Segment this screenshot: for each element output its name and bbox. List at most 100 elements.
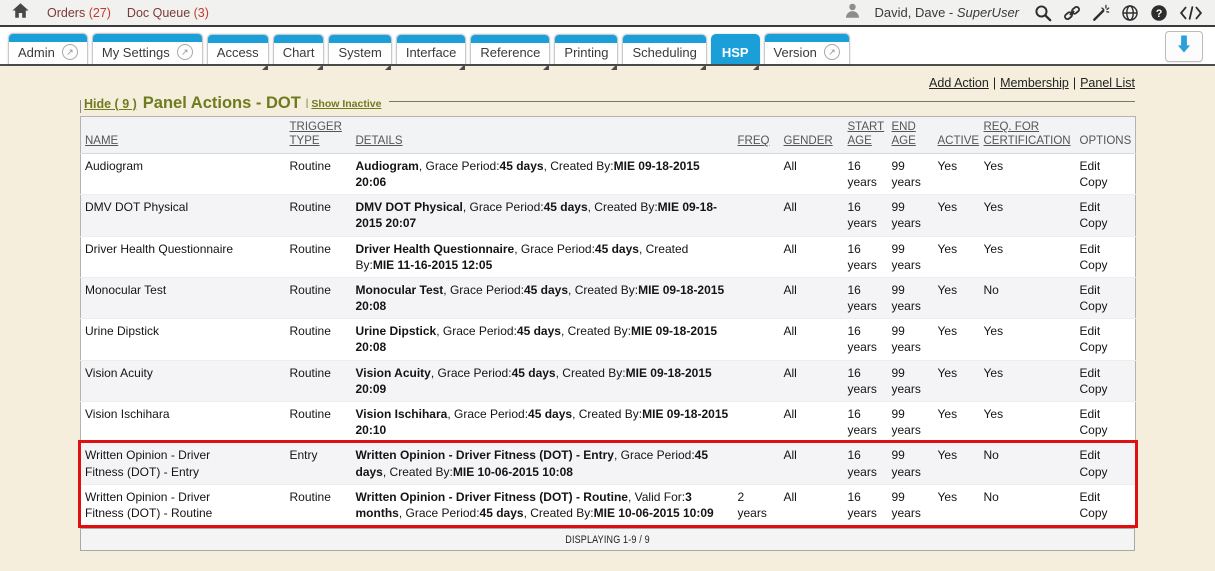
down-arrow-icon: [1175, 34, 1193, 59]
cell-options: EditCopy: [1076, 319, 1136, 360]
nav-orders[interactable]: Orders (27): [47, 6, 111, 20]
cell-end-age: 99 years: [888, 484, 934, 525]
copy-link[interactable]: Copy: [1080, 174, 1132, 190]
cell-gender: All: [780, 195, 844, 236]
column-header-label: DETAILS: [356, 135, 403, 147]
column-header-label: TRIGGER TYPE: [290, 121, 342, 147]
panel-list-link[interactable]: Panel List: [1080, 76, 1135, 90]
copy-link[interactable]: Copy: [1080, 215, 1132, 231]
column-header-req-for-certification[interactable]: REQ. FOR CERTIFICATION: [980, 117, 1076, 154]
copy-link[interactable]: Copy: [1080, 381, 1132, 397]
edit-link[interactable]: Edit: [1080, 406, 1132, 422]
tab-version[interactable]: Version↗: [764, 33, 850, 64]
home-icon: [12, 2, 29, 24]
add-action-link[interactable]: Add Action: [929, 76, 989, 90]
edit-link[interactable]: Edit: [1080, 365, 1132, 381]
column-header-name[interactable]: NAME: [81, 117, 286, 154]
show-inactive-link[interactable]: Show Inactive: [311, 98, 381, 110]
tab-accent-strip: [623, 35, 705, 43]
column-header-start-age[interactable]: START AGE: [844, 117, 888, 154]
column-header-details[interactable]: DETAILS: [352, 117, 734, 154]
copy-link[interactable]: Copy: [1080, 339, 1132, 355]
tab-body: Version↗: [765, 42, 849, 64]
cell-end-age: 99 years: [888, 277, 934, 318]
link-icon[interactable]: [1063, 4, 1081, 22]
copy-link[interactable]: Copy: [1080, 257, 1132, 273]
cell-name: Driver Health Questionnaire: [81, 236, 286, 277]
column-header-active[interactable]: ACTIVE: [934, 117, 980, 154]
tab-printing[interactable]: Printing: [554, 34, 618, 64]
column-header-label: START AGE: [848, 121, 885, 147]
table-row-driver-health-questionnaire: Driver Health QuestionnaireRoutineDriver…: [81, 236, 1136, 277]
fieldset-rule: [389, 101, 1135, 102]
cell-details: Urine Dipstick, Grace Period:45 days, Cr…: [352, 319, 734, 360]
tab-my-settings[interactable]: My Settings↗: [92, 33, 203, 64]
cell-freq: [734, 236, 780, 277]
tab-scroll-down-button[interactable]: [1165, 31, 1203, 62]
tab-scheduling[interactable]: Scheduling: [622, 34, 706, 64]
cell-active: Yes: [934, 484, 980, 525]
cell-active: Yes: [934, 443, 980, 484]
copy-link[interactable]: Copy: [1080, 464, 1132, 480]
column-header-gender[interactable]: GENDER: [780, 117, 844, 154]
membership-link[interactable]: Membership: [1000, 76, 1069, 90]
cell-req-for-certification: No: [980, 443, 1076, 484]
tab-body: Access: [208, 43, 268, 64]
table-footer: DISPLAYING 1-9 / 9: [80, 528, 1135, 551]
cell-start-age: 16 years: [844, 153, 888, 194]
cell-options: EditCopy: [1076, 277, 1136, 318]
svg-text:?: ?: [1156, 7, 1163, 19]
table-row-dmv-dot-physical: DMV DOT PhysicalRoutineDMV DOT Physical,…: [81, 195, 1136, 236]
tab-reference[interactable]: Reference: [470, 34, 550, 64]
cell-trigger-type: Routine: [286, 236, 352, 277]
tab-system[interactable]: System: [328, 34, 391, 64]
tab-accent-strip: [471, 35, 549, 43]
cell-start-age: 16 years: [844, 195, 888, 236]
home-button[interactable]: [12, 2, 29, 24]
tab-interface[interactable]: Interface: [396, 34, 467, 64]
hide-panel-link[interactable]: Hide ( 9 ): [84, 97, 137, 111]
table-row-written-opinion-driver-fitness-dot-entry: Written Opinion - Driver Fitness (DOT) -…: [81, 443, 1136, 484]
cell-name: Monocular Test: [81, 277, 286, 318]
copy-link[interactable]: Copy: [1080, 422, 1132, 438]
user-name: David, Dave - SuperUser: [874, 5, 1019, 20]
column-header-trigger-type[interactable]: TRIGGER TYPE: [286, 117, 352, 154]
cell-options: EditCopy: [1076, 153, 1136, 194]
edit-link[interactable]: Edit: [1080, 282, 1132, 298]
tab-label: Admin: [18, 45, 55, 60]
nav-doc-queue[interactable]: Doc Queue (3): [127, 6, 209, 20]
cell-start-age: 16 years: [844, 360, 888, 401]
content-area: Add Action|Membership|Panel List Hide ( …: [0, 66, 1215, 551]
edit-link[interactable]: Edit: [1080, 447, 1132, 463]
edit-link[interactable]: Edit: [1080, 323, 1132, 339]
tab-admin[interactable]: Admin↗: [8, 33, 88, 64]
tab-hsp[interactable]: HSP: [711, 34, 760, 64]
tab-chart[interactable]: Chart: [273, 34, 325, 64]
help-icon[interactable]: ?: [1150, 4, 1168, 22]
cell-trigger-type: Routine: [286, 153, 352, 194]
cell-options: EditCopy: [1076, 360, 1136, 401]
code-icon[interactable]: [1179, 4, 1203, 22]
copy-link[interactable]: Copy: [1080, 298, 1132, 314]
cell-start-age: 16 years: [844, 402, 888, 443]
cell-gender: All: [780, 484, 844, 525]
cell-end-age: 99 years: [888, 195, 934, 236]
cell-trigger-type: Routine: [286, 484, 352, 525]
tab-label: My Settings: [102, 45, 170, 60]
column-header-end-age[interactable]: END AGE: [888, 117, 934, 154]
tab-accent-strip: [555, 35, 617, 43]
edit-link[interactable]: Edit: [1080, 158, 1132, 174]
cell-req-for-certification: Yes: [980, 153, 1076, 194]
wand-icon[interactable]: [1092, 4, 1110, 22]
copy-link[interactable]: Copy: [1080, 505, 1132, 521]
tab-label: Scheduling: [632, 45, 696, 60]
edit-link[interactable]: Edit: [1080, 241, 1132, 257]
edit-link[interactable]: Edit: [1080, 489, 1132, 505]
cell-active: Yes: [934, 153, 980, 194]
tab-access[interactable]: Access: [207, 34, 269, 64]
search-icon[interactable]: [1034, 4, 1052, 22]
globe-icon[interactable]: [1121, 4, 1139, 22]
edit-link[interactable]: Edit: [1080, 199, 1132, 215]
column-header-label: END AGE: [892, 121, 916, 147]
column-header-freq[interactable]: FREQ: [734, 117, 780, 154]
